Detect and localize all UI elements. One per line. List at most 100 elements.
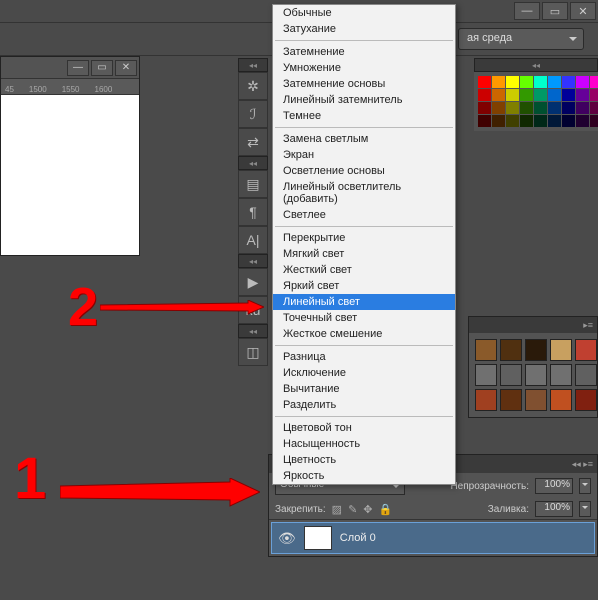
character-icon[interactable]: A| [238, 226, 268, 254]
style-swatch[interactable] [475, 364, 497, 386]
layer-row[interactable]: 👁 Слой 0 [271, 522, 595, 554]
color-swatch[interactable] [534, 115, 547, 127]
style-swatch[interactable] [525, 389, 547, 411]
color-swatch[interactable] [506, 89, 519, 101]
style-swatch[interactable] [525, 364, 547, 386]
blend-mode-option[interactable]: Исключение [273, 365, 455, 381]
style-swatch[interactable] [550, 364, 572, 386]
blend-mode-option[interactable]: Затухание [273, 21, 455, 37]
blend-mode-option[interactable]: Затемнение [273, 44, 455, 60]
visibility-eye-icon[interactable]: 👁 [278, 530, 296, 547]
layers-mini-icon[interactable]: ◫ [238, 338, 268, 366]
blend-mode-option[interactable]: Экран [273, 147, 455, 163]
swap-icon[interactable]: ⇄ [238, 128, 268, 156]
blend-mode-option[interactable]: Линейный осветлитель (добавить) [273, 179, 455, 207]
opacity-input[interactable]: 100% [535, 478, 573, 494]
panel-expand-handle[interactable] [238, 324, 268, 338]
color-swatch[interactable] [562, 76, 575, 88]
style-swatch[interactable] [500, 364, 522, 386]
blend-mode-option[interactable]: Вычитание [273, 381, 455, 397]
color-swatch[interactable] [492, 76, 505, 88]
maximize-button[interactable]: ▭ [542, 2, 568, 20]
blend-mode-option[interactable]: Линейный затемнитель [273, 92, 455, 108]
blend-mode-option[interactable]: Перекрытие [273, 230, 455, 246]
navigator-icon[interactable]: ✲ [238, 72, 268, 100]
blend-mode-option[interactable]: Затемнение основы [273, 76, 455, 92]
style-swatch[interactable] [475, 339, 497, 361]
style-swatch[interactable] [525, 339, 547, 361]
color-swatch[interactable] [562, 115, 575, 127]
blend-mode-option[interactable]: Жесткое смешение [273, 326, 455, 342]
color-swatch[interactable] [590, 115, 598, 127]
color-swatch[interactable] [548, 115, 561, 127]
color-swatch[interactable] [492, 102, 505, 114]
paragraph-icon[interactable]: ¶ [238, 198, 268, 226]
color-swatch[interactable] [534, 76, 547, 88]
style-swatch[interactable] [475, 389, 497, 411]
panel-expand-handle[interactable] [238, 58, 268, 72]
color-swatch[interactable] [520, 89, 533, 101]
color-swatch[interactable] [478, 76, 491, 88]
blend-mode-option[interactable]: Умножение [273, 60, 455, 76]
workspace-switcher[interactable]: ая среда [458, 28, 584, 50]
color-swatch[interactable] [562, 102, 575, 114]
brushes-icon[interactable]: ℐ [238, 100, 268, 128]
color-swatch[interactable] [492, 115, 505, 127]
style-swatch[interactable] [500, 389, 522, 411]
blend-mode-option[interactable]: Цветовой тон [273, 420, 455, 436]
blend-mode-option[interactable]: Темнее [273, 108, 455, 124]
style-swatch[interactable] [500, 339, 522, 361]
blend-mode-option[interactable]: Осветление основы [273, 163, 455, 179]
color-swatch[interactable] [548, 102, 561, 114]
color-swatch[interactable] [576, 102, 589, 114]
minimize-button[interactable]: — [514, 2, 540, 20]
doc-maximize-button[interactable]: ▭ [91, 60, 113, 76]
doc-close-button[interactable]: ✕ [115, 60, 137, 76]
blend-mode-option[interactable]: Жесткий свет [273, 262, 455, 278]
color-swatch[interactable] [520, 115, 533, 127]
style-swatch[interactable] [575, 339, 597, 361]
layer-name-label[interactable]: Слой 0 [340, 532, 376, 544]
blend-mode-option[interactable]: Цветность [273, 452, 455, 468]
lock-pixels-icon[interactable]: ✎ [348, 503, 357, 516]
blend-mode-option[interactable]: Яркость [273, 468, 455, 484]
color-swatch[interactable] [590, 102, 598, 114]
blend-mode-option[interactable]: Разделить [273, 397, 455, 413]
style-swatch[interactable] [550, 339, 572, 361]
fill-input[interactable]: 100% [535, 501, 573, 517]
lock-all-icon[interactable]: 🔒 [379, 503, 393, 516]
color-swatch[interactable] [492, 89, 505, 101]
color-swatch[interactable] [478, 102, 491, 114]
color-swatch[interactable] [562, 89, 575, 101]
color-swatch[interactable] [576, 76, 589, 88]
lock-transparency-icon[interactable]: ▨ [332, 503, 342, 516]
actions-icon[interactable]: ▶ [238, 268, 268, 296]
style-swatch[interactable] [550, 389, 572, 411]
panel-expand-handle[interactable] [238, 156, 268, 170]
doc-minimize-button[interactable]: — [67, 60, 89, 76]
opacity-slider-toggle[interactable] [579, 478, 591, 494]
color-swatch[interactable] [534, 89, 547, 101]
color-swatch[interactable] [534, 102, 547, 114]
color-swatch[interactable] [590, 76, 598, 88]
color-swatch[interactable] [520, 102, 533, 114]
fill-slider-toggle[interactable] [579, 501, 591, 517]
blend-mode-option[interactable]: Мягкий свет [273, 246, 455, 262]
color-swatch[interactable] [548, 89, 561, 101]
blend-mode-option[interactable]: Насыщенность [273, 436, 455, 452]
blend-mode-option[interactable]: Светлее [273, 207, 455, 223]
blend-mode-option[interactable]: Разница [273, 349, 455, 365]
color-swatch[interactable] [506, 102, 519, 114]
blend-mode-option[interactable]: Замена светлым [273, 131, 455, 147]
style-swatch[interactable] [575, 389, 597, 411]
style-swatch[interactable] [575, 364, 597, 386]
color-swatch[interactable] [478, 89, 491, 101]
color-swatch[interactable] [520, 76, 533, 88]
lock-position-icon[interactable]: ✥ [363, 503, 372, 516]
color-swatch[interactable] [548, 76, 561, 88]
color-swatch[interactable] [478, 115, 491, 127]
panel-expand-handle[interactable] [238, 254, 268, 268]
blend-mode-option[interactable]: Яркий свет [273, 278, 455, 294]
layer-thumbnail[interactable] [304, 526, 332, 550]
blend-mode-option[interactable]: Линейный свет [273, 294, 455, 310]
